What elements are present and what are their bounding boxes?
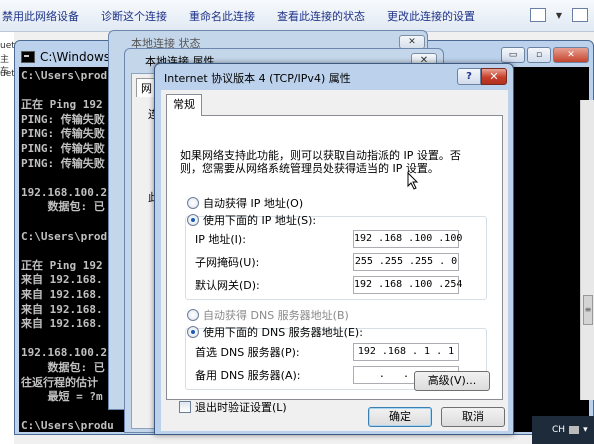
subnet-mask-row: 子网掩码(U): 255 .255 .255 . 0 — [195, 253, 459, 271]
alternate-dns-label: 备用 DNS 服务器(A): — [195, 369, 301, 382]
console-line: PING: 传输失败 — [21, 156, 105, 170]
gateway-field[interactable]: 192 .168 .100 .254 — [353, 276, 462, 294]
console-line: 正在 Ping 192 — [21, 258, 103, 272]
view-status-button[interactable]: 查看此连接的状态 — [266, 8, 376, 24]
rename-connection-button[interactable]: 重命名此连接 — [178, 8, 266, 24]
ipv4-properties-dialog[interactable]: Internet 协议版本 4 (TCP/IPv4) 属性 ? ✕ 常规 如果网… — [154, 63, 514, 435]
gateway-row: 默认网关(D): 192 .168 .100 .254 — [195, 276, 462, 294]
manual-ip-label: 使用下面的 IP 地址(S): — [203, 214, 317, 227]
input-language-indicator[interactable]: CH — [552, 425, 565, 435]
console-titlebar[interactable]: C:\Windows\s — [21, 47, 120, 67]
preview-pane-icon[interactable] — [572, 8, 588, 22]
auto-ip-option[interactable]: 自动获得 IP 地址(O) — [187, 195, 303, 211]
dialog-body: 常规 如果网络支持此功能，则可以获取自动指派的 IP 设置。否则，您需要从网络系… — [161, 90, 508, 431]
view-options-icon[interactable] — [529, 8, 546, 22]
console-line: PING: 传输失败 — [21, 142, 105, 155]
ip-address-field[interactable]: 192 .168 .100 .100 — [353, 230, 462, 248]
disable-device-button[interactable]: 禁用此网络设备 — [0, 8, 90, 24]
diagnose-connection-button[interactable]: 诊断这个连接 — [90, 8, 178, 24]
preferred-dns-label: 首选 DNS 服务器(P): — [195, 346, 300, 359]
advanced-button[interactable]: 高级(V)... — [414, 371, 490, 391]
mouse-cursor-icon — [407, 172, 419, 190]
console-line: 192.168.100.2 — [21, 185, 108, 199]
subnet-mask-label: 子网掩码(U): — [195, 256, 260, 269]
console-line: 往返行程的估计 — [21, 375, 98, 389]
gateway-label: 默认网关(D): — [195, 279, 260, 292]
console-line: 192.168.100.2 — [21, 346, 108, 360]
chevron-down-icon[interactable]: ▼ — [556, 11, 562, 20]
console-line: 来自 192.168. — [21, 317, 103, 331]
manual-dns-label: 使用下面的 DNS 服务器地址(E): — [203, 326, 363, 339]
manual-ip-radio[interactable] — [187, 214, 199, 226]
close-button[interactable]: ✕ — [399, 35, 425, 49]
auto-dns-radio[interactable] — [187, 309, 199, 321]
manual-dns-option[interactable]: 使用下面的 DNS 服务器地址(E): — [187, 324, 363, 340]
explorer-left-pane: uet 主车 uet — [0, 32, 15, 444]
right-scrollbar[interactable]: ≡ — [580, 100, 594, 400]
change-settings-button[interactable]: 更改此连接的设置 — [376, 8, 486, 24]
console-line: 来自 192.168. — [21, 302, 103, 316]
auto-ip-label: 自动获得 IP 地址(O) — [203, 197, 304, 210]
subnet-mask-field[interactable]: 255 .255 .255 . 0 — [353, 253, 459, 271]
auto-dns-option[interactable]: 自动获得 DNS 服务器地址(B) — [187, 307, 349, 323]
description-text: 如果网络支持此功能，则可以获取自动指派的 IP 设置。否则，您需要从网络系统管理… — [180, 149, 461, 175]
console-line: 数据包: 已 — [21, 200, 105, 214]
console-line: 正在 Ping 192 — [21, 98, 103, 112]
help-button[interactable]: ? — [457, 68, 481, 85]
console-line: C:\Users\prod — [21, 69, 108, 82]
close-button[interactable]: ✕ — [553, 47, 589, 63]
system-tray: CH ▾ — [532, 416, 594, 444]
keyboard-icon[interactable] — [569, 426, 580, 434]
console-line: C:\Users\produ — [21, 419, 114, 432]
dialog-title: Internet 协议版本 4 (TCP/IPv4) 属性 — [164, 72, 351, 85]
explorer-toolbar: 禁用此网络设备 诊断这个连接 重命名此连接 查看此连接的状态 更改此连接的设置 … — [0, 0, 594, 32]
validate-on-exit-checkbox[interactable] — [179, 401, 191, 413]
close-button[interactable]: ✕ — [481, 68, 507, 85]
maximize-button[interactable]: ▫ — [527, 47, 551, 63]
console-line: 来自 192.168. — [21, 288, 103, 301]
manual-ip-option[interactable]: 使用下面的 IP 地址(S): — [187, 212, 316, 228]
preferred-dns-row: 首选 DNS 服务器(P): 192 .168 . 1 . 1 — [195, 343, 459, 361]
dialog-window-controls: ? ✕ — [457, 68, 507, 85]
console-line: 来自 192.168. — [21, 273, 103, 287]
left-pane-text: uet — [0, 69, 15, 79]
console-line: 数据包: 已 — [21, 361, 105, 374]
console-line: PING: 传输失败 — [21, 112, 105, 126]
chevron-down-icon[interactable]: ▾ — [583, 425, 588, 435]
general-tab-panel: 如果网络支持此功能，则可以获取自动指派的 IP 设置。否则，您需要从网络系统管理… — [166, 115, 503, 400]
preferred-dns-field[interactable]: 192 .168 . 1 . 1 — [353, 343, 459, 361]
auto-dns-label: 自动获得 DNS 服务器地址(B) — [203, 309, 349, 322]
console-line: PING: 传输失败 — [21, 127, 105, 141]
validate-on-exit-label: 退出时验证设置(L) — [195, 401, 287, 414]
left-pane-text: uet — [0, 41, 15, 51]
cancel-button[interactable]: 取消 — [441, 407, 505, 427]
console-line: C:\Users\prod — [21, 229, 108, 243]
console-window-controls: ▭ ▫ ✕ — [501, 47, 589, 63]
auto-ip-radio[interactable] — [187, 197, 199, 209]
minimize-button[interactable]: ▭ — [501, 47, 525, 63]
cmd-icon — [21, 51, 35, 63]
scroll-thumb[interactable]: ≡ — [583, 295, 593, 325]
tab-general[interactable]: 常规 — [166, 94, 202, 116]
manual-dns-radio[interactable] — [187, 326, 199, 338]
validate-on-exit-option[interactable]: 退出时验证设置(L) — [179, 399, 287, 415]
ok-button[interactable]: 确定 — [368, 407, 432, 427]
ip-address-label: IP 地址(I): — [195, 233, 246, 246]
ip-address-row: IP 地址(I): 192 .168 .100 .100 — [195, 230, 462, 248]
console-line: 最短 = ?m — [21, 390, 103, 404]
